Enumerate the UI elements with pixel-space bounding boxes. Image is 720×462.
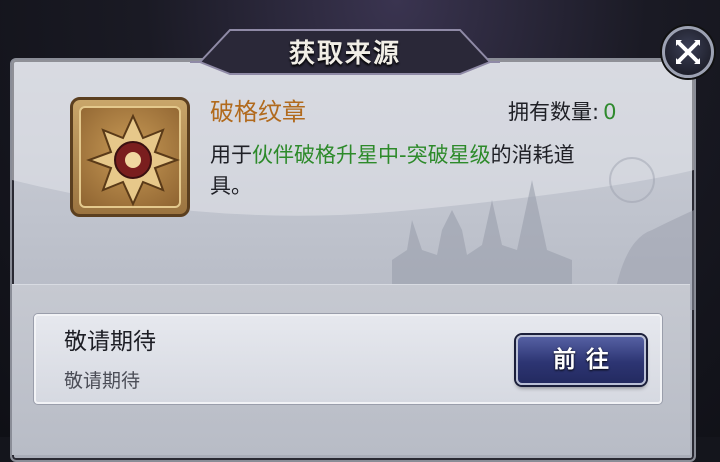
close-x-icon [676, 40, 700, 64]
item-name: 破格纹章 [210, 98, 306, 126]
emblem-icon [86, 113, 180, 207]
item-description: 用于伙伴破格升星中-突破星级的消耗道具。 [210, 140, 610, 202]
dialog-title: 获取来源 [288, 39, 401, 69]
desc-text-1: 用于 [210, 143, 252, 167]
owned-label: 拥有数量: [508, 100, 600, 124]
go-button[interactable]: 前往 [516, 335, 646, 385]
close-button[interactable] [662, 26, 714, 78]
owned-count: 0 [603, 100, 617, 124]
item-icon-frame [70, 97, 190, 217]
source-description: 敬请期待 [64, 370, 141, 392]
owned-quantity: 拥有数量: 0 [508, 97, 616, 127]
source-title: 敬请期待 [64, 329, 156, 355]
desc-highlight: 伙伴破格升星中-突破星级 [252, 143, 491, 167]
